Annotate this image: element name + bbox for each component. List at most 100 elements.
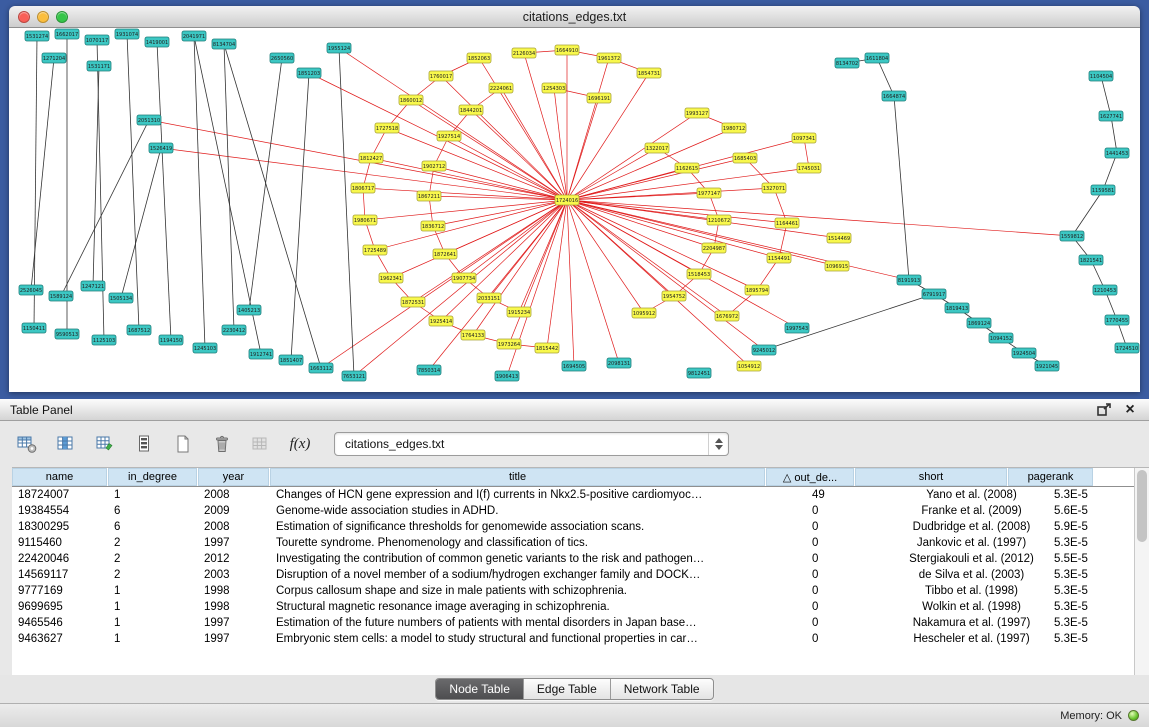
graph-edge[interactable] <box>1111 116 1117 153</box>
graph-node[interactable]: 1589124 <box>49 291 73 301</box>
close-panel-icon[interactable]: × <box>1121 402 1139 418</box>
graph-node[interactable]: 1514469 <box>827 233 851 243</box>
column-header-short[interactable]: short <box>855 468 1008 486</box>
graph-node[interactable]: 1977147 <box>697 188 721 198</box>
graph-node[interactable]: 1724510 <box>1115 343 1139 353</box>
graph-edge[interactable] <box>121 148 161 298</box>
graph-node[interactable]: 2098131 <box>607 358 631 368</box>
graph-node[interactable]: 1997543 <box>785 323 809 333</box>
graph-node[interactable]: 1724016 <box>555 195 579 205</box>
graph-node[interactable]: 1327071 <box>762 183 786 193</box>
graph-node[interactable]: 2051310 <box>137 115 161 125</box>
column-header-in_degree[interactable]: in_degree <box>108 468 198 486</box>
graph-node[interactable]: 1696191 <box>587 93 611 103</box>
graph-node[interactable]: 1954752 <box>662 291 686 301</box>
table-row[interactable]: 1830029562008Estimation of significance … <box>12 519 1134 535</box>
graph-node[interactable]: 1745031 <box>797 163 821 173</box>
graph-node[interactable]: 1727518 <box>375 123 399 133</box>
graph-node[interactable]: 1419001 <box>145 37 169 47</box>
edit-table-button[interactable] <box>92 431 118 457</box>
graph-edge[interactable] <box>434 166 567 200</box>
float-panel-icon[interactable] <box>1095 402 1113 418</box>
graph-node[interactable]: 2126034 <box>512 48 536 58</box>
graph-node[interactable]: 1694505 <box>562 361 586 371</box>
graph-node[interactable]: 1070117 <box>85 35 109 45</box>
graph-node[interactable]: 8191913 <box>897 275 921 285</box>
graph-node[interactable]: 1895794 <box>745 285 769 295</box>
graph-node[interactable]: 1869124 <box>967 318 991 328</box>
graph-node[interactable]: 1104504 <box>1089 71 1113 81</box>
table-row[interactable]: 946362711997Embryonic stem cells: a mode… <box>12 631 1134 647</box>
table-options-button[interactable] <box>14 431 40 457</box>
rows-button[interactable] <box>131 431 157 457</box>
graph-node[interactable]: 1725489 <box>363 245 387 255</box>
graph-node[interactable]: 1980712 <box>722 123 746 133</box>
graph-node[interactable]: 1687512 <box>127 325 151 335</box>
graph-edge[interactable] <box>429 196 567 200</box>
graph-node[interactable]: 1194150 <box>159 335 183 345</box>
graph-edge[interactable] <box>449 136 567 200</box>
graph-edge[interactable] <box>1103 153 1117 190</box>
graph-node[interactable]: 1210672 <box>707 215 731 225</box>
graph-node[interactable]: 1872641 <box>433 249 457 259</box>
graph-edge[interactable] <box>339 48 567 200</box>
network-window-titlebar[interactable]: citations_edges.txt <box>9 6 1140 28</box>
graph-node[interactable]: 2041971 <box>182 31 206 41</box>
graph-node[interactable]: 7850314 <box>417 365 441 375</box>
graph-node[interactable]: 1245103 <box>193 343 217 353</box>
graph-edge[interactable] <box>567 200 644 313</box>
graph-node[interactable]: 1405213 <box>237 305 261 315</box>
table-row[interactable]: 2242004622012Investigating the contribut… <box>12 551 1134 567</box>
graph-node[interactable]: 1054912 <box>737 361 761 371</box>
graph-node[interactable]: 1664910 <box>555 45 579 55</box>
graph-node[interactable]: 1844201 <box>459 105 483 115</box>
graph-edge[interactable] <box>547 200 567 348</box>
graph-node[interactable]: 6791917 <box>922 289 946 299</box>
graph-node[interactable]: 1854731 <box>637 68 661 78</box>
tab-network-table[interactable]: Network Table <box>611 679 713 699</box>
graph-node[interactable]: 1815442 <box>535 343 559 353</box>
scrollbar-thumb[interactable] <box>1137 470 1147 542</box>
graph-node[interactable]: 1955124 <box>327 43 351 53</box>
column-header-name[interactable]: name <box>12 468 108 486</box>
network-view[interactable]: 1724016185206317600171860012172751818124… <box>9 28 1140 392</box>
graph-node[interactable]: 8134704 <box>212 39 236 49</box>
graph-node[interactable]: 1867211 <box>417 191 441 201</box>
graph-node[interactable]: 1664874 <box>882 91 906 101</box>
table-row[interactable]: 1872400712008Changes of HCN gene express… <box>12 487 1134 503</box>
close-button[interactable] <box>18 11 30 23</box>
graph-node[interactable]: 9812451 <box>687 368 711 378</box>
graph-node[interactable]: 2204987 <box>702 243 726 253</box>
graph-node[interactable]: 1770455 <box>1105 315 1129 325</box>
graph-node[interactable]: 1247121 <box>81 281 105 291</box>
network-canvas[interactable]: 1724016185206317600171860012172751818124… <box>9 28 1140 392</box>
graph-node[interactable]: 1907734 <box>452 273 476 283</box>
graph-node[interactable]: 1973264 <box>497 339 521 349</box>
network-selector[interactable]: citations_edges.txt <box>334 432 729 456</box>
graph-node[interactable]: 1505134 <box>109 293 133 303</box>
table-row[interactable]: 977716911998Corpus callosum shape and si… <box>12 583 1134 599</box>
graph-node[interactable]: 1931074 <box>115 29 139 39</box>
graph-edge[interactable] <box>554 88 567 200</box>
column-header-title[interactable]: title <box>270 468 766 486</box>
graph-node[interactable]: 1924504 <box>1012 348 1036 358</box>
graph-edge[interactable] <box>157 42 171 340</box>
graph-node[interactable]: 2033151 <box>477 293 501 303</box>
graph-node[interactable]: 1906413 <box>495 371 519 381</box>
graph-node[interactable]: 2650560 <box>270 53 294 63</box>
graph-node[interactable]: 1852063 <box>467 53 491 63</box>
graph-edge[interactable] <box>567 58 609 200</box>
graph-edge[interactable] <box>877 58 894 96</box>
graph-node[interactable]: 1961372 <box>597 53 621 63</box>
minimize-button[interactable] <box>37 11 49 23</box>
column-header-year[interactable]: year <box>198 468 270 486</box>
graph-node[interactable]: 1559812 <box>1060 231 1084 241</box>
select-columns-button[interactable] <box>53 431 79 457</box>
zoom-button[interactable] <box>56 11 68 23</box>
graph-node[interactable]: 1526419 <box>149 143 173 153</box>
graph-edge[interactable] <box>567 98 599 200</box>
graph-node[interactable]: 1902712 <box>422 161 446 171</box>
graph-node[interactable]: 1271204 <box>42 53 66 63</box>
graph-node[interactable]: 1164461 <box>775 218 799 228</box>
graph-edge[interactable] <box>127 34 139 330</box>
